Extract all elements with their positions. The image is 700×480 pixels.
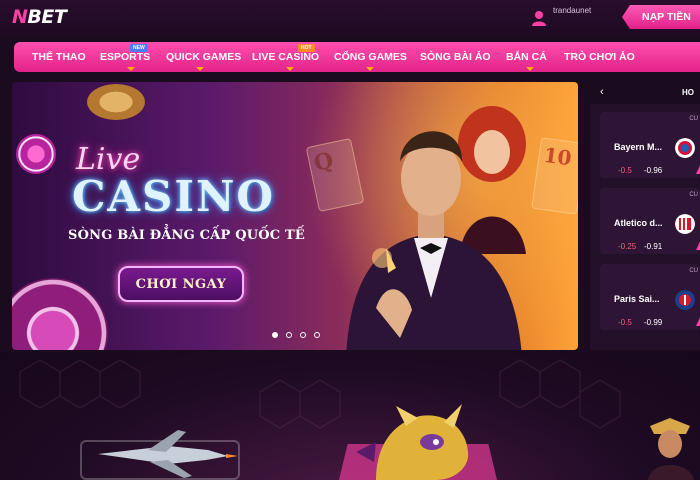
match-arrow-icon[interactable] (696, 238, 700, 250)
pink-chip-image (12, 128, 62, 180)
match-card[interactable]: CU Paris Sai... -0.5 -0.99 (600, 264, 700, 330)
match-arrow-icon[interactable] (696, 314, 700, 326)
carousel-dot-3[interactable] (300, 332, 306, 338)
match-league: CU (689, 268, 698, 274)
nav-item-virtual-casino[interactable]: SÒNG BÀI ẢO (420, 51, 491, 63)
sports-panel-header: ‹ HO (590, 82, 700, 104)
match-team: Atletico d... (614, 218, 663, 228)
match-card[interactable]: CU Bayern M... -0.5 -0.96 (600, 112, 700, 178)
man-in-tuxedo-image (346, 131, 522, 350)
atletico-logo-icon (675, 214, 695, 234)
psg-logo-icon (675, 290, 695, 310)
handicap-odd[interactable]: -0.25 (618, 242, 636, 251)
play-now-button[interactable]: CHƠI NGAY (118, 266, 244, 302)
deposit-button[interactable]: NẠP TIỀN (622, 5, 700, 29)
gold-chip-image (87, 84, 145, 120)
main-nav: THỂ THAO ESPORTS NEW QUICK GAMES LIVE CA… (14, 42, 700, 72)
handicap-odd[interactable]: -0.5 (618, 318, 632, 327)
sports-odds-panel: ‹ HO CU Bayern M... -0.5 -0.96 CU Atleti… (590, 82, 700, 350)
price-odd[interactable]: -0.91 (644, 242, 662, 251)
hero-banner[interactable]: Q 10 Live CASINO SÒNG BÀI ĐẲNG CẤP QUỐC … (12, 82, 578, 350)
golden-dragon-game-image[interactable] (336, 402, 496, 480)
warrior-woman-game-image[interactable] (630, 416, 700, 480)
nav-item-game-portal[interactable]: CỔNG GAMES (334, 51, 407, 63)
banner-casino-title: CASINO (72, 172, 275, 221)
carousel-dot-2[interactable] (286, 332, 292, 338)
chevron-left-icon[interactable]: ‹ (600, 86, 604, 98)
match-card[interactable]: CU Atletico d... -0.25 -0.91 (600, 188, 700, 254)
nav-item-esports[interactable]: ESPORTS (100, 51, 150, 63)
chevron-down-icon (127, 67, 135, 71)
new-badge: NEW (130, 44, 148, 52)
nav-item-sports[interactable]: THỂ THAO (32, 51, 86, 63)
match-arrow-icon[interactable] (696, 162, 700, 174)
nav-item-quick-games[interactable]: QUICK GAMES (166, 51, 241, 63)
handicap-odd[interactable]: -0.5 (618, 166, 632, 175)
price-odd[interactable]: -0.99 (644, 318, 662, 327)
carousel-dot-1[interactable] (272, 332, 278, 338)
match-team: Bayern M... (614, 142, 663, 152)
chevron-down-icon (286, 67, 294, 71)
poker-chip-image (12, 278, 108, 350)
banner-tagline: SÒNG BÀI ĐẲNG CẤP QUỐC TẾ (68, 228, 306, 243)
carousel-dots (272, 325, 328, 343)
nav-item-virtual-games[interactable]: TRÒ CHƠI ẢO (564, 51, 635, 63)
price-odd[interactable]: -0.96 (644, 166, 662, 175)
match-league: CU (689, 192, 698, 198)
top-header: NBET trandaunet NẠP TIỀN (0, 0, 700, 38)
user-icon[interactable] (532, 10, 546, 26)
carousel-dot-4[interactable] (314, 332, 320, 338)
match-league: CU (689, 116, 698, 122)
chevron-down-icon (526, 67, 534, 71)
hot-badge: HOT (298, 44, 315, 52)
nav-item-live-casino[interactable]: LIVE CASINO (252, 51, 319, 63)
nav-item-fishing[interactable]: BẮN CÁ (506, 51, 547, 63)
nbet-logo[interactable]: NBET (12, 6, 67, 28)
fighter-jet-game-image[interactable] (88, 424, 238, 480)
match-team: Paris Sai... (614, 294, 660, 304)
chevron-down-icon (366, 67, 374, 71)
chevron-down-icon (196, 67, 204, 71)
sports-tab[interactable]: HO (682, 88, 694, 97)
username-label[interactable]: trandaunet (553, 6, 591, 15)
bayern-logo-icon (675, 138, 695, 158)
